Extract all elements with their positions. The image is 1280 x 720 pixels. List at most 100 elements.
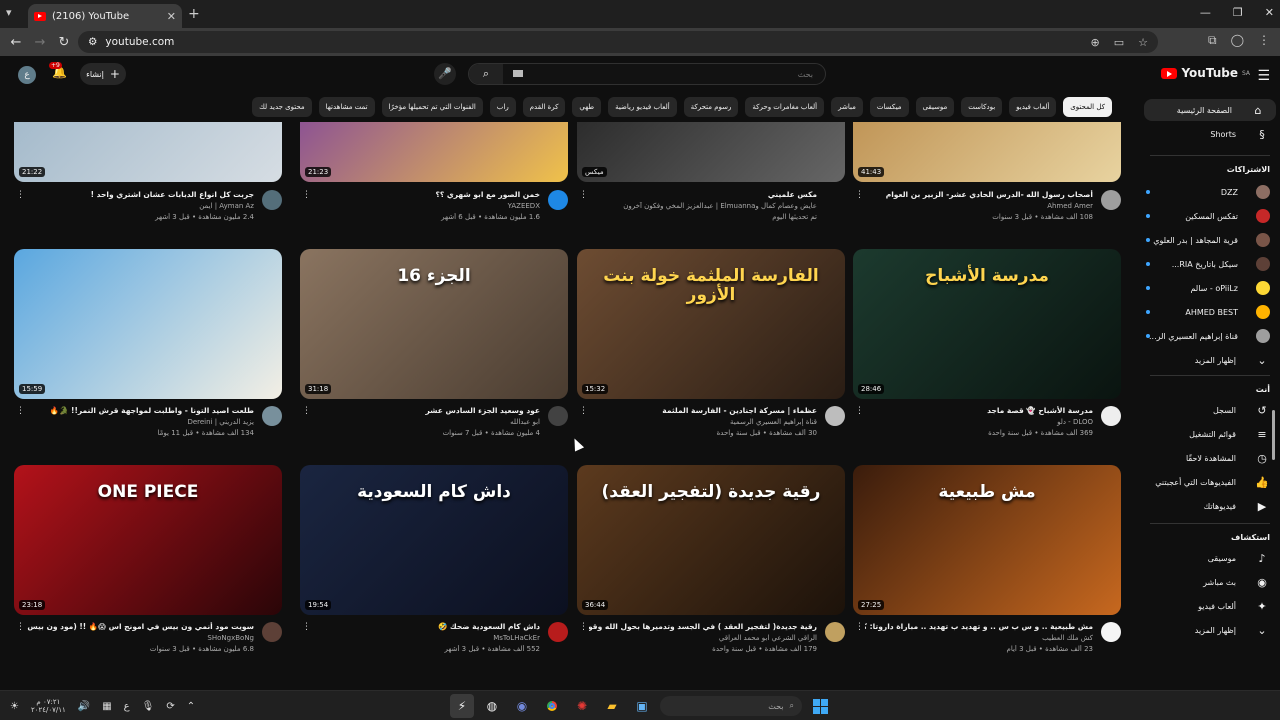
filter-chip[interactable]: رسوم متحركة: [683, 97, 739, 117]
more-options-icon[interactable]: ⋮: [579, 190, 588, 200]
network-icon[interactable]: ▦: [102, 701, 111, 712]
app-blue-icon[interactable]: ▣: [630, 694, 654, 718]
sidebar-item-nav[interactable]: § Shorts: [1140, 123, 1280, 145]
video-title[interactable]: مدرسة الأشباح 👻 قصة ماجد: [865, 406, 1093, 415]
sidebar-item-subscription[interactable]: سيكل باتاريخ RIA...: [1140, 253, 1280, 275]
sidebar-item-explore[interactable]: ⌄ إظهار المزيد: [1140, 619, 1280, 641]
sidebar-item-subscription[interactable]: قناة إبراهيم العسيري الر...: [1140, 325, 1280, 347]
back-button[interactable]: ←: [4, 35, 28, 50]
channel-avatar[interactable]: [1101, 406, 1121, 426]
you-header[interactable]: أنت: [1256, 385, 1270, 394]
video-title[interactable]: سويت مود أنمي ون بيس في امونج اس 😱🔥 !! (…: [26, 622, 254, 631]
reload-button[interactable]: ↻: [52, 35, 76, 50]
channel-name[interactable]: عايض وعصام كمال وElmuanna | عبدالعزيز ال…: [589, 202, 817, 210]
volume-icon[interactable]: 🔊: [78, 701, 90, 712]
zoom-icon[interactable]: ⊕: [1091, 36, 1100, 49]
browser-tab[interactable]: (2106) YouTube ✕: [28, 4, 182, 28]
video-title[interactable]: رقية جديدة( لتفجير العقد ) في الجسد وتدم…: [589, 622, 817, 631]
restore-button[interactable]: ❐: [1233, 6, 1243, 19]
sidebar-item-explore[interactable]: ✦ ألعاب فيديو: [1140, 595, 1280, 617]
more-options-icon[interactable]: ⋮: [855, 190, 864, 200]
sidebar-item-you[interactable]: ◷ المشاهدة لاحقًا: [1140, 447, 1280, 469]
video-title[interactable]: خمن الصور مع ابو شهري ؟؟: [312, 190, 540, 199]
channel-avatar[interactable]: [262, 406, 282, 426]
video-title[interactable]: مكس علميني: [589, 190, 817, 199]
channel-avatar[interactable]: [262, 622, 282, 642]
filter-chip[interactable]: ميكسات: [869, 97, 909, 117]
more-options-icon[interactable]: ⋮: [302, 190, 311, 200]
sidebar-item-subscription[interactable]: تفكس المسكين: [1140, 205, 1280, 227]
video-title[interactable]: مش طبيعية .. و س ب س .. و تهديد ب تهديد …: [865, 622, 1093, 631]
cast-icon[interactable]: ▭: [1114, 36, 1124, 49]
account-avatar[interactable]: ع: [18, 66, 36, 84]
video-title[interactable]: عود وسعيد الجزء السادس عشر: [312, 406, 540, 415]
channel-avatar[interactable]: [548, 190, 568, 210]
channel-name[interactable]: قناة إبراهيم العسيري الرسمية: [589, 418, 817, 426]
more-options-icon[interactable]: ⋮: [855, 406, 864, 416]
more-options-icon[interactable]: ⋮: [16, 406, 25, 416]
app-red-icon[interactable]: ✺: [570, 694, 594, 718]
video-thumbnail[interactable]: 41:43: [853, 122, 1121, 182]
filter-chip[interactable]: مباشر: [831, 97, 863, 117]
channel-avatar[interactable]: [1101, 622, 1121, 642]
video-thumbnail[interactable]: الفارسة الملثمة خولة بنت الأزور 15:32: [577, 249, 845, 399]
filter-chip[interactable]: كل المحتوى: [1063, 97, 1112, 117]
sidebar-item-explore[interactable]: ♪ موسيقى: [1140, 547, 1280, 569]
sidebar-item-nav[interactable]: ⌂ الصفحة الرئيسية: [1144, 99, 1276, 121]
video-thumbnail[interactable]: مدرسة الأشباح 28:46: [853, 249, 1121, 399]
windows-start-icon[interactable]: [808, 694, 832, 718]
profile-icon[interactable]: ◯: [1231, 33, 1244, 48]
video-title[interactable]: طلعت اصيد التونا - واطلبت لمواجهة قرش ال…: [26, 406, 254, 415]
more-options-icon[interactable]: ⋮: [16, 622, 25, 632]
discord-icon[interactable]: ◉: [510, 694, 534, 718]
search-button[interactable]: ⌕: [469, 64, 503, 84]
channel-name[interactable]: يزيد الدريني | Dereini: [26, 418, 254, 426]
filter-chip[interactable]: تمت مشاهدتها: [318, 97, 375, 117]
video-title[interactable]: جربت كل انواع الدبابات عشان اشتري واحد !: [26, 190, 254, 199]
clock[interactable]: ٠٧:٢١ م ٢٠٢٤/٠٧/١١: [31, 698, 66, 714]
video-thumbnail[interactable]: ONE PIECE 23:18: [14, 465, 282, 615]
more-options-icon[interactable]: ⋮: [302, 622, 311, 632]
microphone-tray-icon[interactable]: 🎙: [142, 701, 155, 712]
new-tab-button[interactable]: +: [188, 6, 200, 22]
sidebar-item-subscription[interactable]: DZZ: [1140, 181, 1280, 203]
video-title[interactable]: أصحاب رسول الله -الدرس الحادي عشر- الزبي…: [865, 190, 1093, 199]
sidebar-item-you[interactable]: ≡ قوائم التشغيل: [1140, 423, 1280, 445]
channel-name[interactable]: YAZEEDX: [312, 202, 540, 210]
filter-chip[interactable]: راب: [489, 97, 516, 117]
filter-chip[interactable]: الفنوات التي تم تحميلها مؤخرًا: [381, 97, 483, 117]
channel-avatar[interactable]: [262, 190, 282, 210]
app-launcher-icon[interactable]: ⚡: [450, 694, 474, 718]
youtube-logo[interactable]: YouTube SA: [1161, 66, 1250, 80]
video-thumbnail[interactable]: الجزء 16 31:18: [300, 249, 568, 399]
extensions-icon[interactable]: ⧉: [1208, 33, 1217, 48]
channel-avatar[interactable]: [825, 622, 845, 642]
channel-name[interactable]: DLOO - دلو: [865, 418, 1093, 426]
filter-chip[interactable]: ألعاب فيديو رياضية: [608, 97, 677, 117]
more-options-icon[interactable]: ⋮: [855, 622, 864, 632]
minimize-button[interactable]: —: [1200, 6, 1211, 19]
create-button[interactable]: إنشاء +: [80, 63, 126, 85]
notifications-bell-icon[interactable]: 🔔 +9: [49, 62, 67, 79]
filter-chip[interactable]: موسيقى: [915, 97, 955, 117]
channel-avatar[interactable]: [548, 406, 568, 426]
filter-chip[interactable]: محتوى جديد لك: [252, 97, 312, 117]
video-thumbnail[interactable]: داش كام السعودية 19:54: [300, 465, 568, 615]
filter-chip[interactable]: ألعاب فيديو: [1009, 97, 1057, 117]
video-title[interactable]: عظماء | مسركة اجنادين - الفارسة الملثمة: [589, 406, 817, 415]
channel-name[interactable]: Ayman Az | ايمن: [26, 202, 254, 210]
video-thumbnail[interactable]: 21:23: [300, 122, 568, 182]
tray-expand-icon[interactable]: ⌃: [187, 701, 195, 712]
app-circle-icon[interactable]: ◍: [480, 694, 504, 718]
voice-search-mic-icon[interactable]: 🎤: [434, 63, 456, 85]
tab-search-icon[interactable]: ▾: [6, 6, 12, 19]
channel-avatar[interactable]: [548, 622, 568, 642]
channel-name[interactable]: كش ملك العطيب: [865, 634, 1093, 642]
video-thumbnail[interactable]: ميكس: [577, 122, 845, 182]
sidebar-item-you[interactable]: ↺ السجل: [1140, 399, 1280, 421]
video-thumbnail[interactable]: 21:22: [14, 122, 282, 182]
channel-name[interactable]: ابو عبدالله: [312, 418, 540, 426]
tab-close-icon[interactable]: ✕: [167, 10, 176, 23]
site-info-icon[interactable]: ⚙: [88, 36, 97, 48]
address-bar[interactable]: ⚙ youtube.com ⊕ ▭ ☆: [78, 31, 1158, 53]
